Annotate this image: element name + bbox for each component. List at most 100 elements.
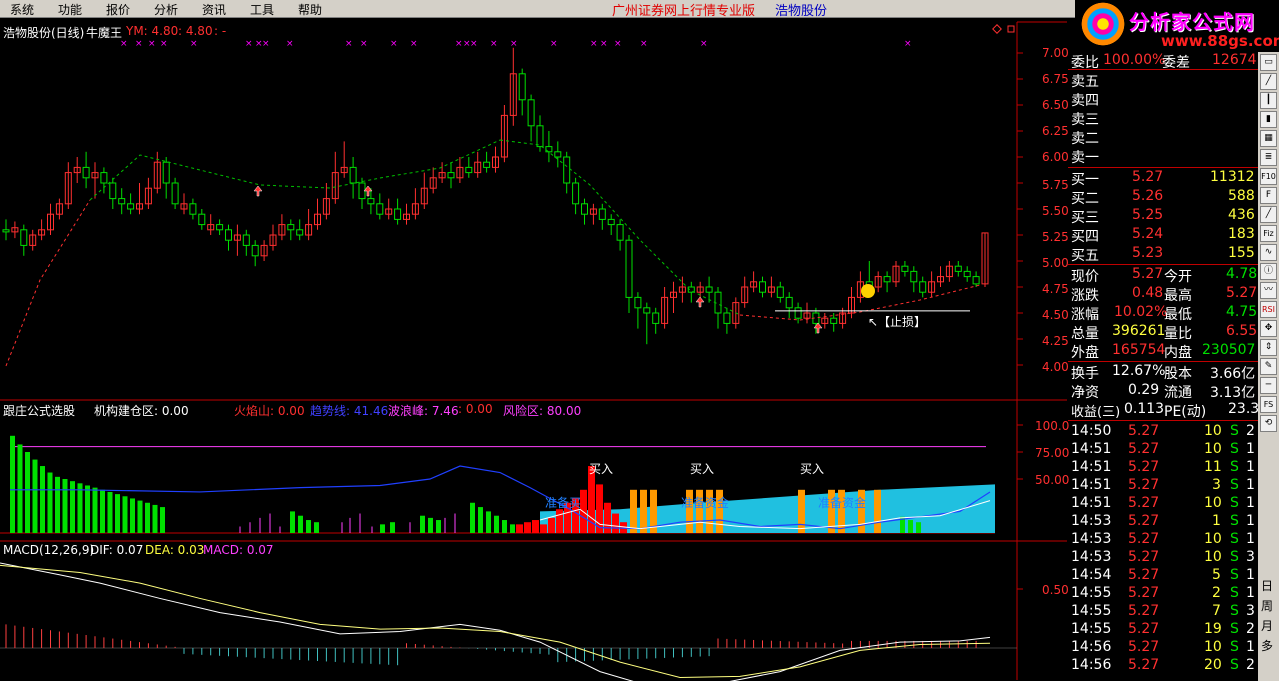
down-candle: [100, 172, 108, 184]
signal-marker: ×: [360, 39, 368, 49]
period-week[interactable]: 周: [1261, 597, 1273, 614]
signal-marker: ×: [904, 39, 912, 49]
volume-bar-red: [532, 520, 539, 533]
buy-price: 5.26: [1132, 188, 1164, 204]
y-tick: 5.25: [1042, 230, 1069, 244]
down-candle: [251, 244, 259, 257]
stat2-value: 12.67%: [1112, 363, 1166, 379]
volume-bar-green: [40, 466, 45, 533]
tick-price: 5.27: [1128, 567, 1160, 583]
macd-dif: DIF: 0.07: [90, 543, 144, 557]
move-icon[interactable]: ✥: [1260, 320, 1277, 337]
wave-icon[interactable]: 〰: [1260, 282, 1277, 299]
buy-price: 5.24: [1132, 226, 1164, 242]
volume-bar-green: [152, 504, 158, 533]
volume-bar-green: [130, 498, 135, 533]
signal-marker: ×: [148, 39, 156, 49]
stat2-value: 0.29: [1128, 382, 1160, 398]
down-candle: [563, 156, 571, 184]
tick-side: S: [1230, 441, 1239, 457]
tick-count: 2: [1246, 423, 1255, 439]
stat2-value: 0.113: [1124, 401, 1165, 417]
period-multi[interactable]: 多: [1261, 637, 1273, 654]
buy-price: 5.23: [1132, 245, 1164, 261]
volume-bar-red: [548, 517, 555, 533]
tick-volume: 7: [1212, 603, 1221, 619]
menu-analysis[interactable]: 分析: [154, 1, 178, 18]
down-candle: [536, 125, 544, 148]
f10-icon[interactable]: F10: [1260, 168, 1277, 185]
signal-marker: ×: [590, 39, 598, 49]
menu-function[interactable]: 功能: [58, 1, 82, 18]
stat2-label: 流通: [1164, 385, 1192, 401]
down-candle: [705, 286, 713, 293]
bar-icon[interactable]: ▮: [1260, 111, 1277, 128]
menu-info[interactable]: 资讯: [202, 1, 226, 18]
buy-volume: 155: [1228, 245, 1255, 261]
signal-marker: ×: [135, 39, 143, 49]
f-icon[interactable]: F: [1260, 187, 1277, 204]
volume-bar-green: [470, 502, 475, 533]
buy-price: 5.25: [1132, 207, 1164, 223]
volume-bar-green: [290, 511, 295, 533]
fiz-icon[interactable]: Fiz: [1260, 225, 1277, 242]
menu-system[interactable]: 系统: [10, 1, 34, 18]
fs-icon[interactable]: FS: [1260, 396, 1277, 413]
volume-bar-green: [510, 524, 515, 533]
down-candle: [830, 317, 838, 324]
tick-volume: 10: [1204, 441, 1222, 457]
volume-bar-green: [145, 502, 150, 533]
main-chart-dash: : -: [214, 24, 227, 38]
down-candle: [162, 161, 170, 184]
sell-1-label: 卖一: [1071, 150, 1099, 166]
doc-icon[interactable]: ≣: [1260, 149, 1277, 166]
menu-tools[interactable]: 工具: [250, 1, 274, 18]
cw-icon[interactable]: ∿: [1260, 244, 1277, 261]
sub1-ind1: 机构建仓区: 0.00: [94, 404, 189, 418]
stat-label: 涨幅: [1071, 307, 1099, 323]
sub1-y-tick: 100.0: [1035, 419, 1070, 433]
down-candle: [616, 224, 624, 241]
signal-marker: ×: [455, 39, 463, 49]
candle-icon[interactable]: ┃: [1260, 92, 1277, 109]
buy-label: 买入: [589, 462, 614, 476]
down-candle: [82, 166, 90, 179]
window-icon[interactable]: ▭: [1260, 54, 1277, 71]
volume-bar-green: [70, 481, 75, 533]
down-candle: [607, 218, 615, 226]
rsi-icon[interactable]: RSI: [1260, 301, 1277, 318]
tick-price: 5.27: [1128, 459, 1160, 475]
sub1-ind5: : 0.00: [458, 402, 493, 416]
info-icon[interactable]: ⓘ: [1260, 263, 1277, 280]
period-month[interactable]: 月: [1261, 617, 1273, 634]
volume-bar-green: [115, 494, 120, 533]
main-chart-indicator: 牛魔王: [86, 26, 123, 40]
tick-side: S: [1230, 495, 1239, 511]
cycle-icon[interactable]: ⟲: [1260, 415, 1277, 432]
menu-quote[interactable]: 报价: [106, 1, 130, 18]
chart-area[interactable]: × × × × × × × × × × × × × × × × × × × × × × × × ×: [0, 19, 1068, 681]
volume-bar-green: [428, 517, 433, 533]
signal-marker: ×: [245, 39, 253, 49]
buy-label: 买五: [1071, 248, 1099, 264]
period-day[interactable]: 日: [1261, 577, 1273, 594]
down-candle: [349, 166, 357, 184]
menu-help[interactable]: 帮助: [298, 1, 322, 18]
prep-label: 准备买: [545, 496, 582, 510]
buy-label: 买入: [690, 462, 715, 476]
signal-marker: ×: [640, 39, 648, 49]
volume-bar-green: [298, 515, 303, 533]
chart2-icon[interactable]: ╱: [1260, 206, 1277, 223]
dash-icon[interactable]: ─: [1260, 377, 1277, 394]
tick-row: 14:55 5.27 19 S 2: [1068, 621, 1258, 639]
arrows-icon[interactable]: ⇕: [1260, 339, 1277, 356]
sub1-ind2: 火焰山: 0.00: [234, 404, 305, 418]
down-candle: [625, 239, 633, 298]
tick-price: 5.27: [1128, 441, 1160, 457]
pencil-icon[interactable]: ✎: [1260, 358, 1277, 375]
stat-value: 10.02%: [1114, 304, 1168, 320]
chart-icon[interactable]: ╱: [1260, 73, 1277, 90]
signal-marker: ×: [410, 39, 418, 49]
signal-marker: ×: [510, 39, 518, 49]
grid-icon[interactable]: ▦: [1260, 130, 1277, 147]
